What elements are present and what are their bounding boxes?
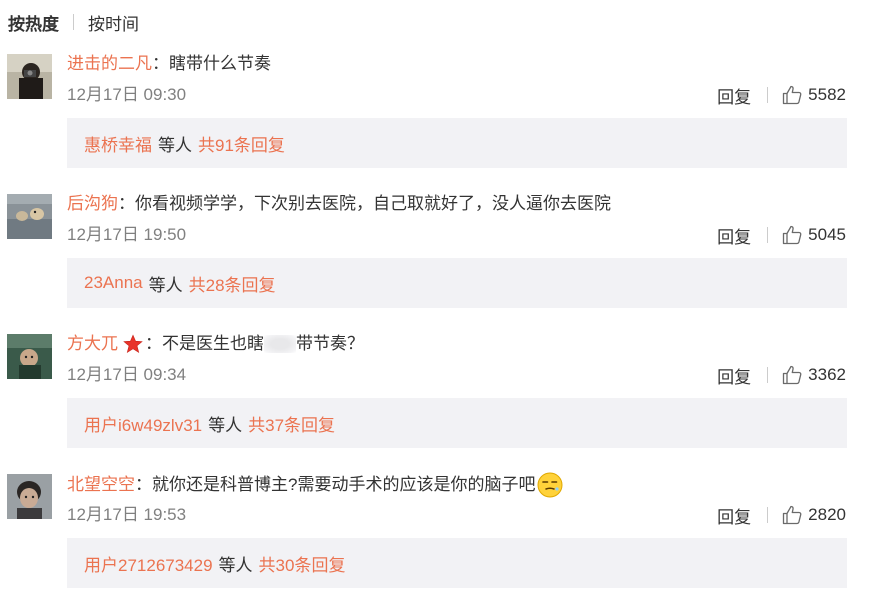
reply-summary-count-link[interactable]: 共37条回复 [248, 411, 335, 436]
reply-summary-user[interactable]: 惠桥幸福 [84, 131, 152, 156]
smirk-emoji-icon [537, 472, 563, 498]
reply-summary-label: 等人 [218, 555, 253, 575]
like-button[interactable]: 2820 [782, 505, 846, 525]
like-count: 5582 [808, 85, 846, 104]
comment-username[interactable]: 北望空空 [67, 473, 135, 497]
reply-summary-label: 等人 [208, 415, 243, 435]
reply-summary-user[interactable]: 用户2712673429 [84, 551, 213, 576]
like-button[interactable]: 3362 [782, 365, 846, 385]
thumbs-up-icon [783, 505, 802, 525]
reply-summary-label: 等人 [148, 275, 183, 295]
avatar[interactable] [7, 194, 52, 239]
comment-text: ：不是医生也瞎 [145, 334, 264, 353]
comment-item: 北望空空 ：就你还是科普博主?需要动手术的应该是你的脑子吧 12月17日 19:… [0, 468, 873, 608]
comment-username[interactable]: 后沟狗 [67, 192, 118, 216]
comment-text: ：你看视频学学，下次别去医院，自己取就好了，没人逼你去医院 [118, 194, 611, 213]
sort-by-hot-tab[interactable]: 按热度 [8, 10, 59, 35]
comment-text-continued: 带节奏？ [296, 334, 364, 353]
like-count: 2820 [808, 505, 846, 524]
action-divider [767, 367, 769, 383]
comment-text: ：就你还是科普博主?需要动手术的应该是你的脑子吧 [135, 475, 536, 494]
action-divider [767, 507, 769, 523]
reply-button[interactable]: 回复 [717, 223, 751, 248]
avatar[interactable] [7, 334, 52, 379]
comment-time: 12月17日 19:53 [67, 505, 187, 524]
comment-time: 12月17日 19:50 [67, 225, 187, 244]
like-count: 5045 [808, 225, 846, 244]
sort-by-time-tab[interactable]: 按时间 [88, 10, 139, 35]
reply-summary: 用户i6w49zlv31 等人 共37条回复 [67, 398, 847, 448]
comment-item: 后沟狗 ：你看视频学学，下次别去医院，自己取就好了，没人逼你去医院 12月17日… [0, 188, 873, 328]
comment-username[interactable]: 方大兀 [67, 332, 118, 356]
reply-summary-count-link[interactable]: 共28条回复 [189, 271, 276, 296]
comment-time: 12月17日 09:34 [67, 365, 187, 384]
thumbs-up-icon [783, 85, 802, 105]
comment-item: 进击的二凡 ：瞎带什么节奏 12月17日 09:30 回复 5582 惠桥幸福 … [0, 48, 873, 188]
avatar[interactable] [7, 54, 52, 99]
reply-summary-user[interactable]: 用户i6w49zlv31 [84, 411, 202, 436]
reply-button[interactable]: 回复 [717, 363, 751, 388]
comment-item: 方大兀 ：不是医生也瞎 带节奏？ 12月17日 09:34 回复 3362 用户… [0, 328, 873, 468]
action-divider [767, 227, 769, 243]
obscured-text [264, 335, 296, 353]
reply-button[interactable]: 回复 [717, 83, 751, 108]
comment-time: 12月17日 09:30 [67, 85, 187, 104]
comment-actions: 回复 5582 [717, 83, 846, 107]
reply-summary-count-link[interactable]: 共91条回复 [198, 131, 285, 156]
thumbs-up-icon [783, 365, 802, 385]
reply-summary-user[interactable]: 23Anna [84, 273, 143, 293]
comment-actions: 回复 5045 [717, 223, 846, 247]
comment-actions: 回复 2820 [717, 503, 846, 527]
avatar[interactable] [7, 474, 52, 519]
thumbs-up-icon [783, 225, 802, 245]
comment-text: ：瞎带什么节奏 [152, 54, 271, 73]
reply-summary: 惠桥幸福 等人 共91条回复 [67, 118, 847, 168]
reply-summary-count-link[interactable]: 共30条回复 [259, 551, 346, 576]
comment-username[interactable]: 进击的二凡 [67, 52, 152, 76]
action-divider [767, 87, 769, 103]
sort-bar: 按热度 按时间 [8, 10, 139, 34]
like-count: 3362 [808, 365, 846, 384]
like-button[interactable]: 5582 [782, 85, 846, 105]
reply-summary: 用户2712673429 等人 共30条回复 [67, 538, 847, 588]
sort-divider [73, 14, 74, 30]
reply-summary-label: 等人 [158, 135, 192, 155]
reply-button[interactable]: 回复 [717, 503, 751, 528]
reply-summary: 23Anna 等人 共28条回复 [67, 258, 847, 308]
like-button[interactable]: 5045 [782, 225, 846, 245]
comment-actions: 回复 3362 [717, 363, 846, 387]
star-badge-icon [123, 334, 143, 353]
